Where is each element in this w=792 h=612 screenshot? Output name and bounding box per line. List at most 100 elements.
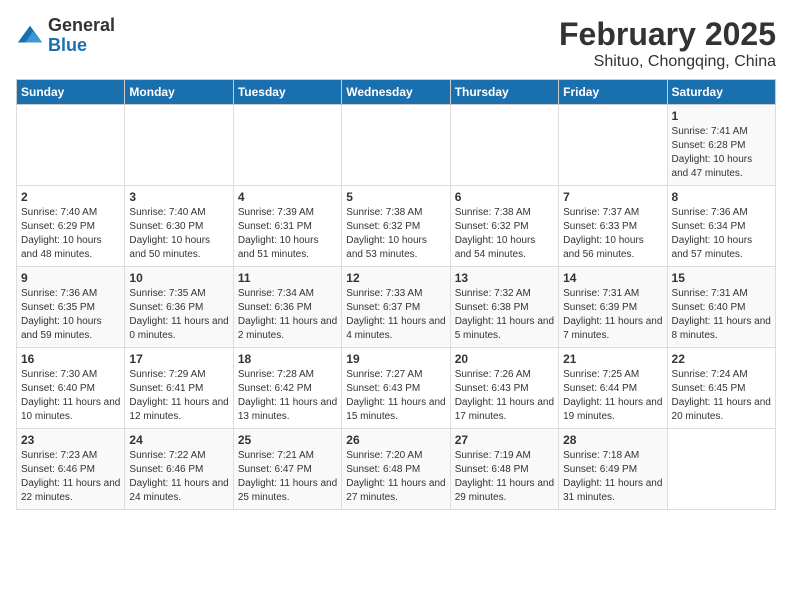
day-number: 25 <box>238 433 337 447</box>
day-header-friday: Friday <box>559 80 667 105</box>
day-number: 15 <box>672 271 771 285</box>
day-header-wednesday: Wednesday <box>342 80 450 105</box>
calendar-cell: 24 Sunrise: 7:22 AM Sunset: 6:46 PM Dayli… <box>125 429 233 510</box>
calendar-cell: 18 Sunrise: 7:28 AM Sunset: 6:42 PM Dayli… <box>233 348 341 429</box>
calendar-cell: 23 Sunrise: 7:23 AM Sunset: 6:46 PM Dayli… <box>17 429 125 510</box>
day-info: Sunrise: 7:20 AM Sunset: 6:48 PM Dayligh… <box>346 449 445 505</box>
calendar-cell: 14 Sunrise: 7:31 AM Sunset: 6:39 PM Dayli… <box>559 267 667 348</box>
week-row-1: 1 Sunrise: 7:41 AM Sunset: 6:28 PM Daylig… <box>17 105 776 186</box>
day-info: Sunrise: 7:33 AM Sunset: 6:37 PM Dayligh… <box>346 287 445 343</box>
calendar-cell <box>233 105 341 186</box>
calendar-cell: 1 Sunrise: 7:41 AM Sunset: 6:28 PM Daylig… <box>667 105 775 186</box>
calendar-cell: 15 Sunrise: 7:31 AM Sunset: 6:40 PM Dayli… <box>667 267 775 348</box>
day-header-tuesday: Tuesday <box>233 80 341 105</box>
calendar-cell <box>559 105 667 186</box>
week-row-3: 9Sunrise: 7:36 AM Sunset: 6:35 PM Daylig… <box>17 267 776 348</box>
day-info: Sunrise: 7:31 AM Sunset: 6:39 PM Dayligh… <box>563 287 662 343</box>
logo-icon <box>16 22 44 50</box>
week-row-4: 16 Sunrise: 7:30 AM Sunset: 6:40 PM Dayli… <box>17 348 776 429</box>
day-number: 28 <box>563 433 662 447</box>
day-info: Sunrise: 7:41 AM Sunset: 6:28 PM Dayligh… <box>672 125 771 181</box>
logo: General Blue <box>16 16 115 56</box>
calendar-cell: 10 Sunrise: 7:35 AM Sunset: 6:36 PM Dayli… <box>125 267 233 348</box>
day-number: 27 <box>455 433 554 447</box>
calendar-cell <box>450 105 558 186</box>
day-number: 10 <box>129 271 228 285</box>
calendar-cell: 9Sunrise: 7:36 AM Sunset: 6:35 PM Daylig… <box>17 267 125 348</box>
day-info: Sunrise: 7:36 AM Sunset: 6:34 PM Dayligh… <box>672 206 771 262</box>
calendar-cell: 7 Sunrise: 7:37 AM Sunset: 6:33 PM Daylig… <box>559 186 667 267</box>
calendar-cell: 6 Sunrise: 7:38 AM Sunset: 6:32 PM Daylig… <box>450 186 558 267</box>
day-info: Sunrise: 7:34 AM Sunset: 6:36 PM Dayligh… <box>238 287 337 343</box>
day-number: 16 <box>21 352 120 366</box>
header-row: SundayMondayTuesdayWednesdayThursdayFrid… <box>17 80 776 105</box>
day-header-saturday: Saturday <box>667 80 775 105</box>
calendar-cell: 20 Sunrise: 7:26 AM Sunset: 6:43 PM Dayli… <box>450 348 558 429</box>
day-info: Sunrise: 7:22 AM Sunset: 6:46 PM Dayligh… <box>129 449 228 505</box>
day-info: Sunrise: 7:38 AM Sunset: 6:32 PM Dayligh… <box>455 206 554 262</box>
day-info: Sunrise: 7:32 AM Sunset: 6:38 PM Dayligh… <box>455 287 554 343</box>
day-info: Sunrise: 7:19 AM Sunset: 6:48 PM Dayligh… <box>455 449 554 505</box>
day-number: 11 <box>238 271 337 285</box>
day-info: Sunrise: 7:39 AM Sunset: 6:31 PM Dayligh… <box>238 206 337 262</box>
day-info: Sunrise: 7:31 AM Sunset: 6:40 PM Dayligh… <box>672 287 771 343</box>
day-header-monday: Monday <box>125 80 233 105</box>
calendar-cell: 19 Sunrise: 7:27 AM Sunset: 6:43 PM Dayli… <box>342 348 450 429</box>
calendar-cell: 8Sunrise: 7:36 AM Sunset: 6:34 PM Daylig… <box>667 186 775 267</box>
day-number: 14 <box>563 271 662 285</box>
calendar-cell: 25 Sunrise: 7:21 AM Sunset: 6:47 PM Dayli… <box>233 429 341 510</box>
day-info: Sunrise: 7:37 AM Sunset: 6:33 PM Dayligh… <box>563 206 662 262</box>
day-info: Sunrise: 7:23 AM Sunset: 6:46 PM Dayligh… <box>21 449 120 505</box>
calendar-cell: 22 Sunrise: 7:24 AM Sunset: 6:45 PM Dayli… <box>667 348 775 429</box>
day-info: Sunrise: 7:21 AM Sunset: 6:47 PM Dayligh… <box>238 449 337 505</box>
calendar-cell: 16 Sunrise: 7:30 AM Sunset: 6:40 PM Dayli… <box>17 348 125 429</box>
day-number: 26 <box>346 433 445 447</box>
day-number: 24 <box>129 433 228 447</box>
calendar-cell: 17 Sunrise: 7:29 AM Sunset: 6:41 PM Dayli… <box>125 348 233 429</box>
day-info: Sunrise: 7:40 AM Sunset: 6:29 PM Dayligh… <box>21 206 120 262</box>
calendar-cell <box>342 105 450 186</box>
day-header-sunday: Sunday <box>17 80 125 105</box>
day-number: 2 <box>21 190 120 204</box>
day-header-thursday: Thursday <box>450 80 558 105</box>
day-info: Sunrise: 7:26 AM Sunset: 6:43 PM Dayligh… <box>455 368 554 424</box>
calendar-cell <box>667 429 775 510</box>
calendar-cell: 26 Sunrise: 7:20 AM Sunset: 6:48 PM Dayli… <box>342 429 450 510</box>
page-header: General Blue February 2025 Shituo, Chong… <box>16 16 776 71</box>
day-number: 23 <box>21 433 120 447</box>
day-number: 19 <box>346 352 445 366</box>
calendar-cell: 12 Sunrise: 7:33 AM Sunset: 6:37 PM Dayli… <box>342 267 450 348</box>
day-info: Sunrise: 7:18 AM Sunset: 6:49 PM Dayligh… <box>563 449 662 505</box>
day-number: 7 <box>563 190 662 204</box>
calendar-cell: 5Sunrise: 7:38 AM Sunset: 6:32 PM Daylig… <box>342 186 450 267</box>
day-number: 6 <box>455 190 554 204</box>
calendar-title: February 2025 <box>559 16 776 53</box>
calendar-cell <box>125 105 233 186</box>
title-block: February 2025 Shituo, Chongqing, China <box>559 16 776 71</box>
calendar-cell: 11 Sunrise: 7:34 AM Sunset: 6:36 PM Dayli… <box>233 267 341 348</box>
week-row-2: 2 Sunrise: 7:40 AM Sunset: 6:29 PM Daylig… <box>17 186 776 267</box>
day-number: 18 <box>238 352 337 366</box>
day-info: Sunrise: 7:28 AM Sunset: 6:42 PM Dayligh… <box>238 368 337 424</box>
calendar-cell <box>17 105 125 186</box>
day-number: 20 <box>455 352 554 366</box>
day-info: Sunrise: 7:35 AM Sunset: 6:36 PM Dayligh… <box>129 287 228 343</box>
day-number: 22 <box>672 352 771 366</box>
day-info: Sunrise: 7:30 AM Sunset: 6:40 PM Dayligh… <box>21 368 120 424</box>
calendar-cell: 3Sunrise: 7:40 AM Sunset: 6:30 PM Daylig… <box>125 186 233 267</box>
week-row-5: 23 Sunrise: 7:23 AM Sunset: 6:46 PM Dayli… <box>17 429 776 510</box>
day-number: 1 <box>672 109 771 123</box>
day-number: 13 <box>455 271 554 285</box>
day-number: 12 <box>346 271 445 285</box>
day-number: 17 <box>129 352 228 366</box>
logo-blue: Blue <box>48 35 87 55</box>
day-info: Sunrise: 7:24 AM Sunset: 6:45 PM Dayligh… <box>672 368 771 424</box>
day-number: 4 <box>238 190 337 204</box>
day-number: 21 <box>563 352 662 366</box>
day-info: Sunrise: 7:27 AM Sunset: 6:43 PM Dayligh… <box>346 368 445 424</box>
day-info: Sunrise: 7:36 AM Sunset: 6:35 PM Dayligh… <box>21 287 120 343</box>
logo-general: General <box>48 15 115 35</box>
calendar-cell: 28 Sunrise: 7:18 AM Sunset: 6:49 PM Dayli… <box>559 429 667 510</box>
calendar-cell: 2 Sunrise: 7:40 AM Sunset: 6:29 PM Daylig… <box>17 186 125 267</box>
day-info: Sunrise: 7:29 AM Sunset: 6:41 PM Dayligh… <box>129 368 228 424</box>
